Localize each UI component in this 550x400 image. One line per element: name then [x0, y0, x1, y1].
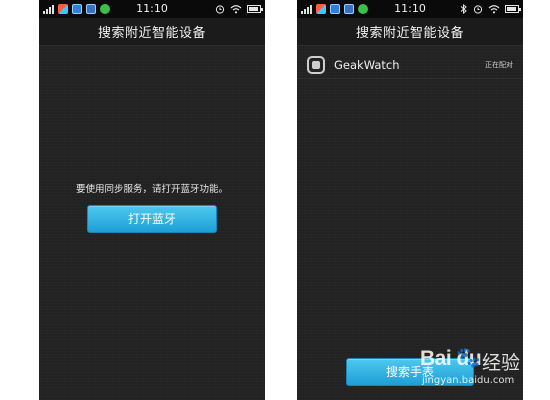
device-list-item[interactable]: GeakWatch 正在配对 [297, 51, 523, 79]
status-bar: 11:10 [39, 0, 265, 18]
page-title: 搜索附近智能设备 [297, 18, 523, 46]
device-name: GeakWatch [334, 57, 400, 72]
wechat-icon [358, 4, 368, 14]
image-notification-icon [72, 4, 82, 14]
battery-icon [247, 5, 263, 13]
bluetooth-prompt-text: 要使用同步服务，请打开蓝牙功能。 [75, 184, 228, 195]
watermark-cn-text: 经验 [482, 352, 521, 374]
pairing-status: 正在配对 [485, 60, 513, 69]
alarm-icon [215, 5, 225, 14]
wechat-icon [100, 4, 110, 14]
wifi-icon [230, 5, 242, 14]
open-bluetooth-button[interactable]: 打开蓝牙 [87, 205, 217, 233]
baidu-paw-icon: 🐾 [456, 345, 481, 369]
status-bar: 11:10 [297, 0, 523, 18]
baidu-jingyan-watermark: Bai du 🐾 经验 jingyan.baidu.com [420, 343, 550, 395]
phone-screen-bluetooth-off: 11:10 搜索附近智能设备 要使用同步服务，请打开蓝牙功能。 打开蓝牙 [39, 0, 265, 400]
watermark-url: jingyan.baidu.com [422, 375, 515, 386]
phone-screen-device-list: 11:10 搜索附近智能设备 GeakWatch 正在配对 搜索手表 [297, 0, 523, 400]
image-notification-icon [330, 4, 340, 14]
watch-icon [307, 55, 325, 74]
wifi-icon [488, 5, 500, 14]
page-title: 搜索附近智能设备 [39, 18, 265, 46]
signal-icon [301, 4, 312, 14]
mail-notification-icon [86, 4, 96, 14]
app-notification-icon [58, 4, 68, 14]
battery-icon [505, 5, 521, 13]
signal-icon [43, 4, 54, 14]
app-notification-icon [316, 4, 326, 14]
bluetooth-icon [460, 4, 467, 14]
alarm-icon [473, 5, 483, 14]
mail-notification-icon [344, 4, 354, 14]
